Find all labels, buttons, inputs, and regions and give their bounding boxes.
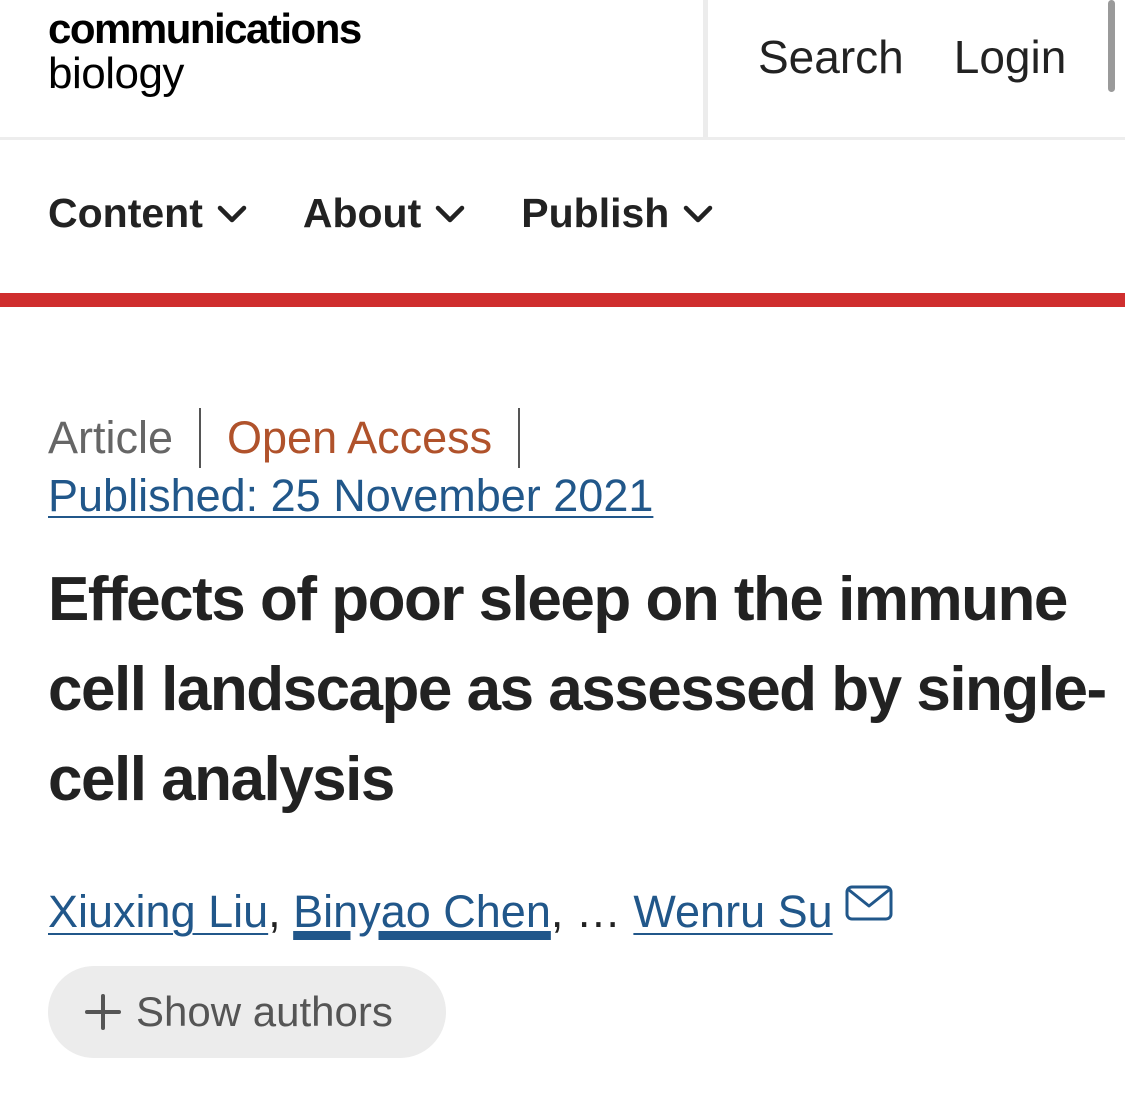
article-type: Article [48,412,174,463]
brand-divider-bar [0,293,1125,307]
author-link-last[interactable]: Wenru Su [633,886,832,938]
chevron-down-icon [435,204,465,224]
meta-separator [518,408,521,468]
nav-about[interactable]: About [303,190,465,237]
author-link-first[interactable]: Xiuxing Liu [48,886,268,938]
logo-line-1: communications [48,5,362,52]
article-title: Effects of poor sleep on the immune cell… [48,565,1107,814]
search-link[interactable]: Search [758,30,904,84]
nav-content[interactable]: Content [48,190,247,237]
login-link[interactable]: Login [954,30,1067,84]
logo-line-2: biology [48,49,184,98]
scrollbar[interactable] [1108,0,1115,92]
author-list: Xiuxing Liu , Binyao Chen , … Wenru Su [48,885,893,938]
show-authors-label: Show authors [136,988,393,1035]
chevron-down-icon [217,204,247,224]
author-link-second[interactable]: Binyao Chen [293,886,551,938]
published-date-link[interactable]: Published: 25 November 2021 [48,470,653,522]
chevron-down-icon [683,204,713,224]
author-ellipsis: , … [550,886,634,937]
header-divider [703,0,708,137]
nav-about-label: About [302,190,422,236]
nav-content-label: Content [48,190,203,236]
journal-logo[interactable]: communications biology [48,5,362,98]
nav-publish[interactable]: Publish [521,190,713,237]
header-links: Search Login [758,30,1066,84]
author-separator: , [268,886,294,937]
main-nav: Content About Publish [48,190,713,237]
nav-publish-label: Publish [521,190,670,236]
plus-icon [84,993,122,1031]
mail-icon[interactable] [845,880,893,932]
open-access-badge: Open Access [227,412,493,463]
article-meta: Article Open Access [48,408,546,468]
site-header: communications biology Search Login [0,0,1125,140]
meta-separator [199,408,202,468]
show-authors-button[interactable]: Show authors [48,966,446,1058]
